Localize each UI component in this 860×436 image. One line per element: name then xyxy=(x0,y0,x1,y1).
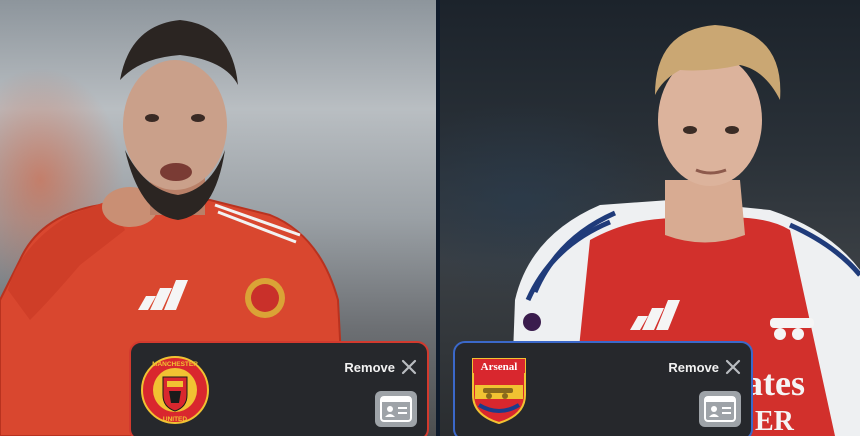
manchester-united-crest-icon: MANCHESTER UNITED xyxy=(141,356,209,424)
player-card-arsenal: Arsenal Remove xyxy=(453,341,753,436)
player-comparison: ates ER MANCHESTER UNITED Remove Arsenal… xyxy=(0,0,860,436)
arsenal-crest-icon: Arsenal xyxy=(472,358,526,425)
jersey-sponsor-text: ates xyxy=(745,363,805,403)
crest-text-bottom: UNITED xyxy=(163,416,188,423)
close-icon xyxy=(401,359,417,375)
remove-button[interactable]: Remove xyxy=(344,359,417,375)
remove-label: Remove xyxy=(668,359,719,375)
remove-label: Remove xyxy=(344,359,395,375)
id-card-button[interactable] xyxy=(699,391,741,427)
remove-button[interactable]: Remove xyxy=(668,359,741,375)
id-card-button[interactable] xyxy=(375,391,417,427)
close-icon xyxy=(725,359,741,375)
id-card-icon xyxy=(380,396,412,422)
jersey-sponsor-text-2: ER xyxy=(755,406,795,436)
id-card-icon xyxy=(704,396,736,422)
crest-text-top: MANCHESTER xyxy=(152,361,198,368)
player-card-manchester-united: MANCHESTER UNITED Remove xyxy=(129,341,429,436)
crest-text-top: Arsenal xyxy=(481,361,518,373)
